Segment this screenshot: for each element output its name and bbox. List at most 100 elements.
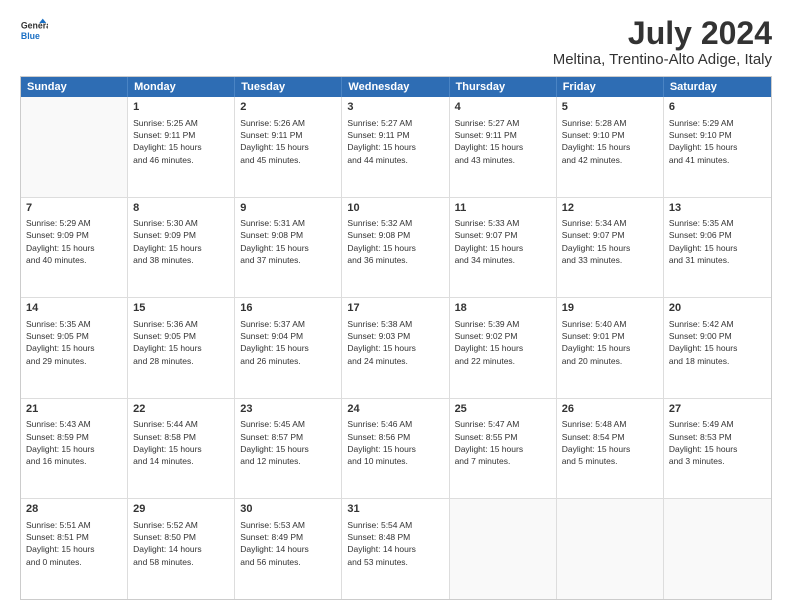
- cell-line: Sunrise: 5:37 AM: [240, 318, 336, 330]
- cell-line: Sunset: 9:03 PM: [347, 330, 443, 342]
- day-number: 26: [562, 402, 658, 417]
- header-day-friday: Friday: [557, 77, 664, 97]
- logo: General Blue: [20, 16, 48, 44]
- cell-line: Sunrise: 5:51 AM: [26, 519, 122, 531]
- cell-line: Sunset: 9:10 PM: [562, 129, 658, 141]
- cell-line: Daylight: 15 hours: [133, 141, 229, 153]
- cell-line: and 22 minutes.: [455, 355, 551, 367]
- day-number: 9: [240, 201, 336, 216]
- calendar-cell: 22Sunrise: 5:44 AMSunset: 8:58 PMDayligh…: [128, 399, 235, 499]
- cell-line: and 7 minutes.: [455, 455, 551, 467]
- cell-line: and 18 minutes.: [669, 355, 766, 367]
- cell-line: and 16 minutes.: [26, 455, 122, 467]
- main-title: July 2024: [553, 16, 772, 51]
- calendar-cell: 28Sunrise: 5:51 AMSunset: 8:51 PMDayligh…: [21, 499, 128, 599]
- cell-line: Daylight: 15 hours: [562, 141, 658, 153]
- day-number: 8: [133, 201, 229, 216]
- cell-line: Daylight: 15 hours: [240, 141, 336, 153]
- calendar-cell: 17Sunrise: 5:38 AMSunset: 9:03 PMDayligh…: [342, 298, 449, 398]
- cell-line: and 41 minutes.: [669, 154, 766, 166]
- day-number: 24: [347, 402, 443, 417]
- cell-line: Sunrise: 5:34 AM: [562, 217, 658, 229]
- cell-line: and 43 minutes.: [455, 154, 551, 166]
- calendar-cell: 19Sunrise: 5:40 AMSunset: 9:01 PMDayligh…: [557, 298, 664, 398]
- cell-line: Sunrise: 5:32 AM: [347, 217, 443, 229]
- calendar-cell: 29Sunrise: 5:52 AMSunset: 8:50 PMDayligh…: [128, 499, 235, 599]
- cell-line: Daylight: 15 hours: [347, 443, 443, 455]
- cell-line: Sunrise: 5:49 AM: [669, 418, 766, 430]
- cell-line: Daylight: 15 hours: [26, 342, 122, 354]
- cell-line: Daylight: 15 hours: [669, 242, 766, 254]
- cell-line: Daylight: 15 hours: [347, 141, 443, 153]
- calendar-cell: 18Sunrise: 5:39 AMSunset: 9:02 PMDayligh…: [450, 298, 557, 398]
- cell-line: and 24 minutes.: [347, 355, 443, 367]
- cell-line: Sunrise: 5:42 AM: [669, 318, 766, 330]
- calendar-row-1: 7Sunrise: 5:29 AMSunset: 9:09 PMDaylight…: [21, 198, 771, 299]
- cell-line: Daylight: 15 hours: [26, 443, 122, 455]
- header-day-sunday: Sunday: [21, 77, 128, 97]
- cell-line: and 46 minutes.: [133, 154, 229, 166]
- cell-line: Sunset: 8:48 PM: [347, 531, 443, 543]
- cell-line: and 12 minutes.: [240, 455, 336, 467]
- cell-line: Sunset: 9:02 PM: [455, 330, 551, 342]
- cell-line: Daylight: 15 hours: [669, 141, 766, 153]
- cell-line: and 33 minutes.: [562, 254, 658, 266]
- cell-line: Sunrise: 5:30 AM: [133, 217, 229, 229]
- calendar-cell: 1Sunrise: 5:25 AMSunset: 9:11 PMDaylight…: [128, 97, 235, 197]
- cell-line: and 40 minutes.: [26, 254, 122, 266]
- cell-line: Sunrise: 5:27 AM: [347, 117, 443, 129]
- header-day-tuesday: Tuesday: [235, 77, 342, 97]
- calendar-cell: 12Sunrise: 5:34 AMSunset: 9:07 PMDayligh…: [557, 198, 664, 298]
- calendar-cell: 20Sunrise: 5:42 AMSunset: 9:00 PMDayligh…: [664, 298, 771, 398]
- cell-line: Sunset: 9:07 PM: [455, 229, 551, 241]
- cell-line: Daylight: 15 hours: [240, 342, 336, 354]
- cell-line: Sunrise: 5:29 AM: [26, 217, 122, 229]
- cell-line: Daylight: 15 hours: [455, 242, 551, 254]
- cell-line: Sunset: 8:54 PM: [562, 431, 658, 443]
- cell-line: Sunset: 8:50 PM: [133, 531, 229, 543]
- cell-line: Sunrise: 5:35 AM: [669, 217, 766, 229]
- cell-line: and 34 minutes.: [455, 254, 551, 266]
- calendar-cell: 5Sunrise: 5:28 AMSunset: 9:10 PMDaylight…: [557, 97, 664, 197]
- cell-line: Sunset: 9:05 PM: [133, 330, 229, 342]
- cell-line: Sunrise: 5:45 AM: [240, 418, 336, 430]
- subtitle: Meltina, Trentino-Alto Adige, Italy: [553, 51, 772, 68]
- header-day-saturday: Saturday: [664, 77, 771, 97]
- cell-line: and 56 minutes.: [240, 556, 336, 568]
- cell-line: Sunset: 9:11 PM: [455, 129, 551, 141]
- cell-line: Sunset: 8:53 PM: [669, 431, 766, 443]
- calendar-cell: 27Sunrise: 5:49 AMSunset: 8:53 PMDayligh…: [664, 399, 771, 499]
- page-header: General Blue July 2024 Meltina, Trentino…: [20, 16, 772, 68]
- calendar-cell: 23Sunrise: 5:45 AMSunset: 8:57 PMDayligh…: [235, 399, 342, 499]
- day-number: 7: [26, 201, 122, 216]
- calendar-cell: 15Sunrise: 5:36 AMSunset: 9:05 PMDayligh…: [128, 298, 235, 398]
- cell-line: Sunset: 9:01 PM: [562, 330, 658, 342]
- day-number: 19: [562, 301, 658, 316]
- day-number: 1: [133, 100, 229, 115]
- cell-line: Sunset: 9:06 PM: [669, 229, 766, 241]
- cell-line: Daylight: 15 hours: [133, 242, 229, 254]
- logo-icon: General Blue: [20, 16, 48, 44]
- cell-line: Daylight: 15 hours: [240, 242, 336, 254]
- day-number: 29: [133, 502, 229, 517]
- cell-line: and 37 minutes.: [240, 254, 336, 266]
- cell-line: Daylight: 15 hours: [133, 443, 229, 455]
- calendar-cell: 25Sunrise: 5:47 AMSunset: 8:55 PMDayligh…: [450, 399, 557, 499]
- cell-line: and 44 minutes.: [347, 154, 443, 166]
- cell-line: and 5 minutes.: [562, 455, 658, 467]
- day-number: 10: [347, 201, 443, 216]
- cell-line: Daylight: 15 hours: [347, 342, 443, 354]
- svg-text:Blue: Blue: [21, 31, 40, 41]
- title-block: July 2024 Meltina, Trentino-Alto Adige, …: [553, 16, 772, 68]
- cell-line: Sunrise: 5:28 AM: [562, 117, 658, 129]
- cell-line: Sunrise: 5:27 AM: [455, 117, 551, 129]
- cell-line: Sunrise: 5:47 AM: [455, 418, 551, 430]
- cell-line: Sunrise: 5:33 AM: [455, 217, 551, 229]
- calendar-cell: 8Sunrise: 5:30 AMSunset: 9:09 PMDaylight…: [128, 198, 235, 298]
- header-day-wednesday: Wednesday: [342, 77, 449, 97]
- cell-line: Sunrise: 5:26 AM: [240, 117, 336, 129]
- day-number: 14: [26, 301, 122, 316]
- cell-line: Sunset: 9:11 PM: [240, 129, 336, 141]
- cell-line: and 45 minutes.: [240, 154, 336, 166]
- calendar-cell: 11Sunrise: 5:33 AMSunset: 9:07 PMDayligh…: [450, 198, 557, 298]
